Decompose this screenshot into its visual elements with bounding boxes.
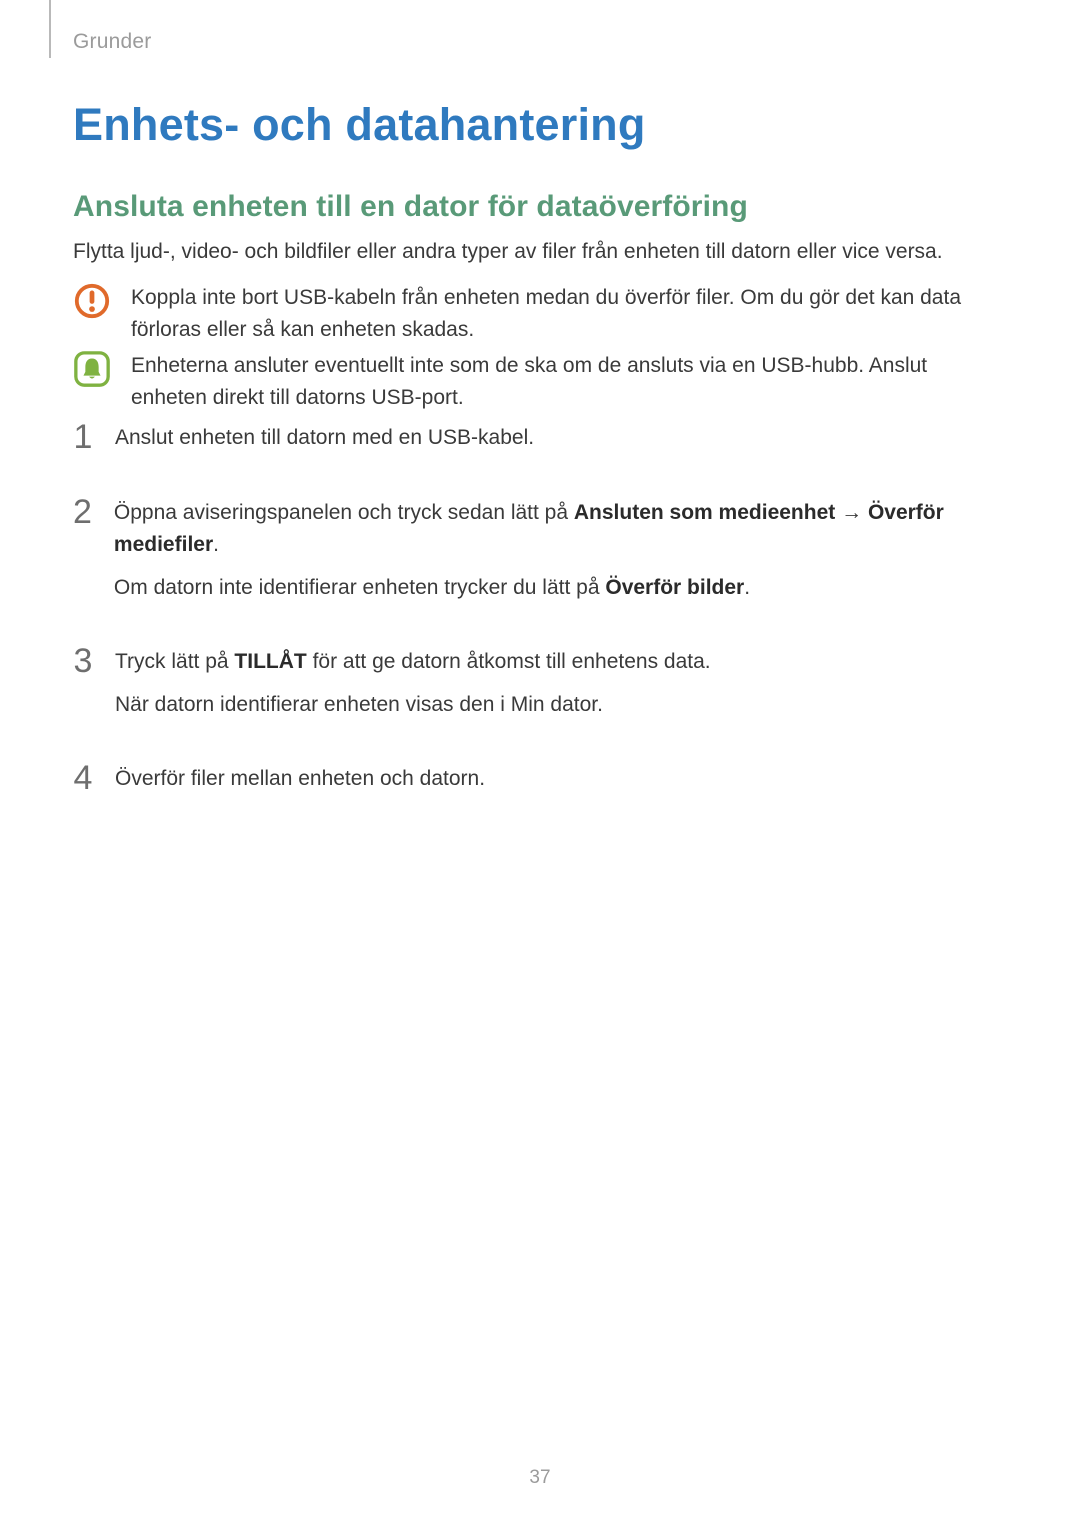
warning-icon bbox=[73, 282, 111, 320]
step-3: 3 Tryck lätt på TILLÅT för att ge datorn… bbox=[73, 646, 973, 731]
step-body: Tryck lätt på TILLÅT för att ge datorn å… bbox=[115, 646, 711, 731]
callout-warning-text: Koppla inte bort USB-kabeln från enheten… bbox=[131, 282, 973, 345]
step-text: Öppna aviseringspanelen och tryck sedan … bbox=[114, 497, 973, 562]
step-number: 2 bbox=[73, 495, 92, 529]
step-body: Överför filer mellan enheten och datorn. bbox=[115, 763, 485, 806]
bold-text: TILLÅT bbox=[234, 650, 306, 673]
callout-info-text: Enheterna ansluter eventuellt inte som d… bbox=[131, 350, 973, 413]
step-4: 4 Överför filer mellan enheten och dator… bbox=[73, 763, 973, 806]
section-subtitle: Ansluta enheten till en dator för dataöv… bbox=[73, 190, 748, 224]
callout-warning: Koppla inte bort USB-kabeln från enheten… bbox=[73, 282, 973, 345]
step-text: Överför filer mellan enheten och datorn. bbox=[115, 763, 485, 796]
text-fragment: . bbox=[213, 533, 219, 556]
text-fragment: . bbox=[744, 576, 750, 599]
step-number: 3 bbox=[73, 644, 93, 678]
text-fragment: för att ge datorn åtkomst till enhetens … bbox=[307, 650, 711, 673]
bell-icon bbox=[73, 350, 111, 388]
page-title: Enhets- och datahantering bbox=[73, 99, 646, 151]
arrow-text: → bbox=[835, 501, 868, 524]
step-number: 4 bbox=[73, 761, 93, 795]
step-text: Tryck lätt på TILLÅT för att ge datorn å… bbox=[115, 646, 711, 679]
text-fragment: Om datorn inte identifierar enheten tryc… bbox=[114, 576, 605, 599]
step-text: Om datorn inte identifierar enheten tryc… bbox=[114, 572, 973, 605]
breadcrumb: Grunder bbox=[73, 30, 151, 54]
text-fragment: Öppna aviseringspanelen och tryck sedan … bbox=[114, 501, 574, 524]
step-body: Öppna aviseringspanelen och tryck sedan … bbox=[114, 497, 973, 615]
callout-info: Enheterna ansluter eventuellt inte som d… bbox=[73, 350, 973, 413]
step-text: När datorn identifierar enheten visas de… bbox=[115, 689, 711, 722]
page: Grunder Enhets- och datahantering Anslut… bbox=[0, 0, 1080, 1527]
step-number: 1 bbox=[73, 420, 93, 454]
page-number: 37 bbox=[0, 1467, 1080, 1489]
intro-text: Flytta ljud-, video- och bildfiler eller… bbox=[73, 238, 943, 266]
step-2: 2 Öppna aviseringspanelen och tryck seda… bbox=[73, 497, 973, 615]
bold-text: Överför bilder bbox=[605, 576, 744, 599]
bold-text: Ansluten som medieenhet bbox=[574, 501, 835, 524]
step-text: Anslut enheten till datorn med en USB-ka… bbox=[115, 422, 534, 455]
text-fragment: Tryck lätt på bbox=[115, 650, 234, 673]
step-body: Anslut enheten till datorn med en USB-ka… bbox=[115, 422, 534, 465]
steps-list: 1 Anslut enheten till datorn med en USB-… bbox=[73, 422, 973, 838]
step-1: 1 Anslut enheten till datorn med en USB-… bbox=[73, 422, 973, 465]
header-rule bbox=[49, 0, 51, 58]
